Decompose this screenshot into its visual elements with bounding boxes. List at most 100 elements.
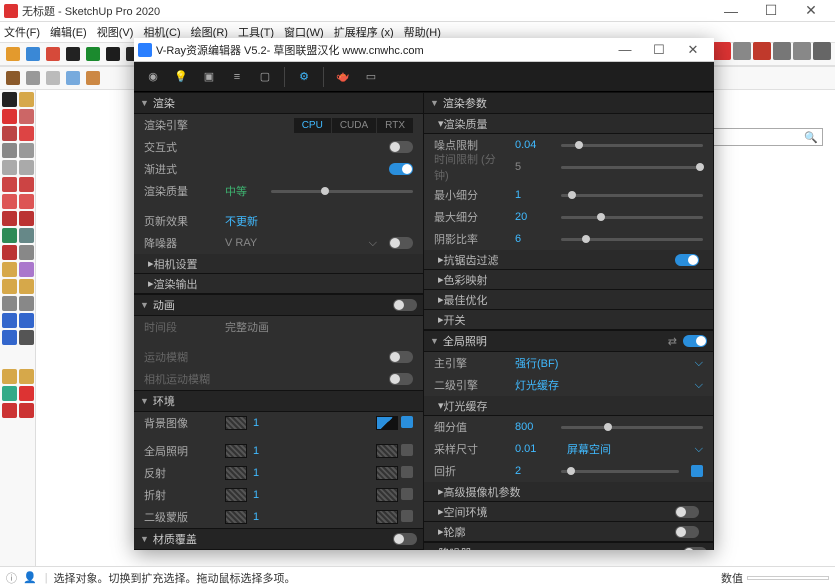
tool-icon[interactable]: [19, 386, 34, 401]
toggle-matover[interactable]: [393, 533, 417, 545]
tool-icon[interactable]: [64, 45, 82, 63]
minsub-slider[interactable]: [561, 194, 703, 197]
tool-icon[interactable]: [44, 69, 62, 87]
tool-icon[interactable]: [19, 177, 34, 192]
section-matover[interactable]: ▼材质覆盖: [134, 528, 423, 550]
bg-check[interactable]: [401, 416, 413, 428]
toggle-campath[interactable]: [389, 373, 413, 385]
section-denoise[interactable]: ▸降噪器: [424, 542, 713, 550]
lights-icon[interactable]: 💡: [168, 64, 194, 90]
settings-icon[interactable]: ⚙: [291, 64, 317, 90]
menu-file[interactable]: 文件(F): [4, 24, 40, 40]
section-gi[interactable]: ▼全局照明⇄: [424, 330, 713, 352]
tool-icon[interactable]: [2, 403, 17, 418]
tool-icon[interactable]: [19, 313, 34, 328]
tool-icon[interactable]: [2, 245, 17, 260]
vray-titlebar[interactable]: V-Ray资源编辑器 V5.2- 草图联盟汉化 www.cnwhc.com — …: [134, 38, 714, 62]
tool-icon[interactable]: [4, 69, 22, 87]
sub-quality[interactable]: ▾ 渲染质量: [424, 114, 713, 134]
layers-icon[interactable]: ≡: [224, 64, 250, 90]
sub-switch[interactable]: ▸ 开关: [424, 310, 713, 330]
toggle-dn[interactable]: [683, 547, 707, 550]
bg-swatch[interactable]: [225, 416, 247, 430]
toggle-interactive[interactable]: [389, 141, 413, 153]
engine-tabs[interactable]: CPU CUDA RTX: [294, 118, 413, 133]
toggle-caustics[interactable]: [675, 526, 699, 538]
rtool-icon[interactable]: [773, 42, 791, 60]
tool-icon[interactable]: [2, 126, 17, 141]
gi-swatch[interactable]: [225, 444, 247, 458]
ovr-check[interactable]: [401, 510, 413, 522]
materials-icon[interactable]: ◉: [140, 64, 166, 90]
refr-check[interactable]: [401, 488, 413, 500]
tool-icon[interactable]: [2, 177, 17, 192]
status-icon[interactable]: 👤: [23, 571, 37, 584]
tool-icon[interactable]: [2, 262, 17, 277]
noise-slider[interactable]: [561, 144, 703, 147]
tool-icon[interactable]: [2, 211, 17, 226]
sub-caustics[interactable]: ▸ 轮廓: [424, 522, 713, 542]
tool-icon[interactable]: [19, 160, 34, 175]
section-render[interactable]: ▼渲染: [134, 92, 423, 114]
rtool-icon[interactable]: [793, 42, 811, 60]
tool-icon[interactable]: [19, 211, 34, 226]
select-icon[interactable]: [2, 92, 17, 107]
tool-icon[interactable]: [19, 228, 34, 243]
toggle-denoise[interactable]: [389, 237, 413, 249]
sub-spaceenv[interactable]: ▸ 空间环境: [424, 502, 713, 522]
ovr-map[interactable]: [376, 510, 398, 524]
frame-icon[interactable]: ▢: [252, 64, 278, 90]
subdiv-slider[interactable]: [561, 426, 703, 429]
sub-camera[interactable]: ▸ 相机设置: [134, 254, 423, 274]
toggle-gi[interactable]: [683, 335, 707, 347]
tool-icon[interactable]: [19, 143, 34, 158]
section-params[interactable]: ▼渲染参数: [424, 92, 713, 114]
section-anim[interactable]: ▼动画: [134, 294, 423, 316]
tool-icon[interactable]: [19, 296, 34, 311]
tool-icon[interactable]: [24, 69, 42, 87]
tool-icon[interactable]: [2, 386, 17, 401]
tool-icon[interactable]: [19, 92, 34, 107]
sub-lc[interactable]: ▾ 灯光缓存: [424, 396, 713, 416]
toggle-motion[interactable]: [389, 351, 413, 363]
maxsub-slider[interactable]: [561, 216, 703, 219]
tool-icon[interactable]: [44, 45, 62, 63]
quality-slider[interactable]: [271, 190, 413, 193]
tool-icon[interactable]: [2, 296, 17, 311]
framebuf-icon[interactable]: ▭: [358, 64, 384, 90]
menu-view[interactable]: 视图(V): [97, 24, 134, 40]
shade-slider[interactable]: [561, 238, 703, 241]
gi-map[interactable]: [376, 444, 398, 458]
tool-icon[interactable]: [2, 228, 17, 243]
tool-icon[interactable]: [19, 245, 34, 260]
sub-aa[interactable]: ▸ 抗锯齿过滤: [424, 250, 713, 270]
tool-icon[interactable]: [19, 126, 34, 141]
tool-icon[interactable]: [84, 45, 102, 63]
sub-output[interactable]: ▸ 渲染输出: [134, 274, 423, 294]
geometry-icon[interactable]: ▣: [196, 64, 222, 90]
refl-map[interactable]: [376, 466, 398, 480]
gi-check[interactable]: [401, 444, 413, 456]
tool-icon[interactable]: [19, 330, 34, 345]
tool-icon[interactable]: [4, 45, 22, 63]
refr-map[interactable]: [376, 488, 398, 502]
status-icon[interactable]: ⓘ: [6, 570, 17, 586]
tool-icon[interactable]: [2, 369, 17, 384]
ovr-swatch[interactable]: [225, 510, 247, 524]
tool-icon[interactable]: [19, 369, 34, 384]
refl-swatch[interactable]: [225, 466, 247, 480]
sub-advcam[interactable]: ▸ 高级摄像机参数: [424, 482, 713, 502]
bg-map[interactable]: [376, 416, 398, 430]
tool-icon[interactable]: [2, 160, 17, 175]
tool-icon[interactable]: [2, 279, 17, 294]
tool-icon[interactable]: [19, 109, 34, 124]
tool-icon[interactable]: [2, 330, 17, 345]
toggle-anim[interactable]: [393, 299, 417, 311]
measurement-input[interactable]: [747, 576, 829, 580]
tool-icon[interactable]: [104, 45, 122, 63]
tool-icon[interactable]: [2, 313, 17, 328]
menu-edit[interactable]: 编辑(E): [50, 24, 87, 40]
sub-opt[interactable]: ▸ 最佳优化: [424, 290, 713, 310]
close-button[interactable]: ✕: [791, 0, 831, 22]
tool-icon[interactable]: [2, 194, 17, 209]
